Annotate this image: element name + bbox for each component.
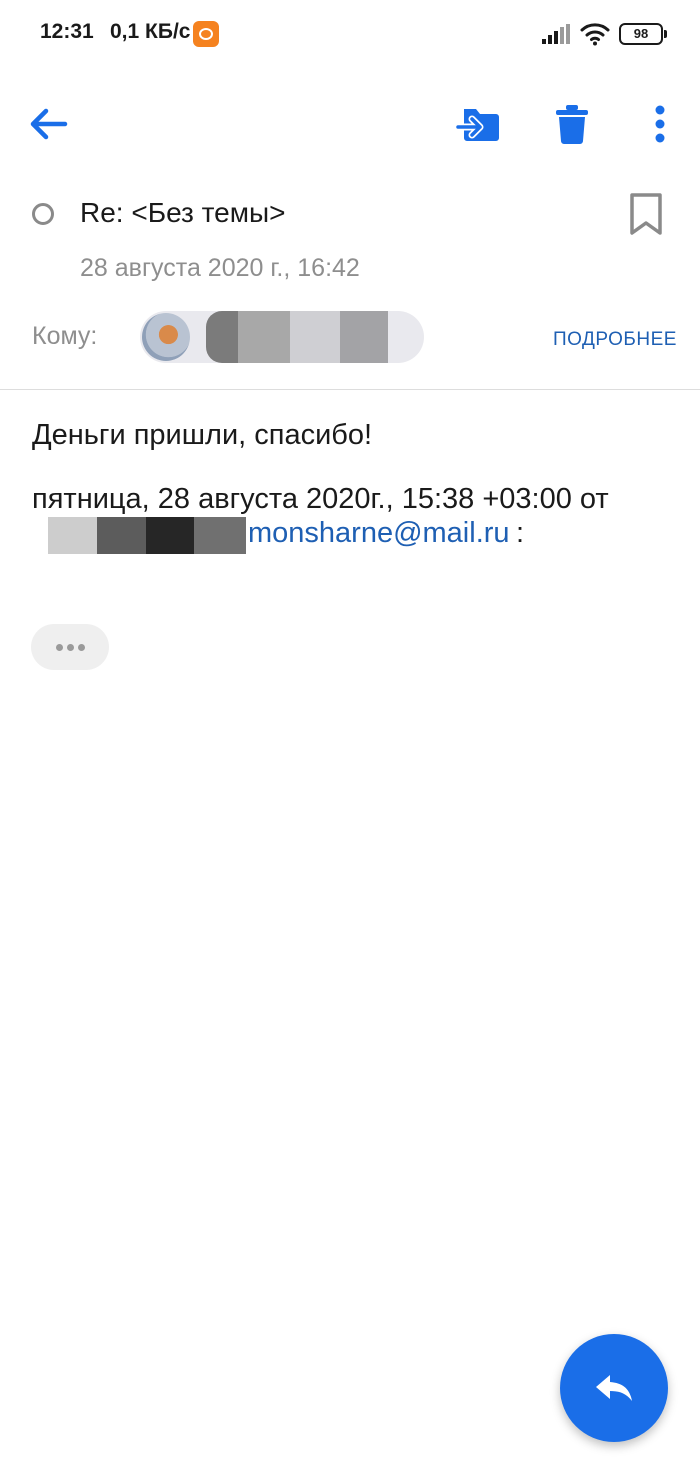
- read-status-indicator[interactable]: [32, 203, 54, 225]
- more-options-button[interactable]: [632, 96, 688, 152]
- quote-colon: :: [516, 517, 525, 549]
- redacted-sender-name: [48, 517, 97, 554]
- more-vert-icon: [655, 105, 665, 143]
- status-time: 12:31: [40, 20, 94, 43]
- move-to-folder-icon: [456, 109, 499, 141]
- redacted-recipient-name: [206, 311, 238, 363]
- reply-button[interactable]: [560, 1334, 668, 1442]
- quote-header: пятница, 28 августа 2020г., 15:38 +03:00…: [32, 483, 609, 515]
- battery-level: 98: [633, 26, 649, 41]
- avatar: [142, 313, 190, 361]
- recipient-chip[interactable]: [140, 311, 424, 363]
- status-bar: 12:31 0,1 КБ/с 98: [0, 0, 700, 70]
- redacted-block: [340, 311, 388, 363]
- back-button[interactable]: [20, 96, 76, 152]
- dot: [77, 643, 85, 651]
- redacted-block: [146, 517, 194, 554]
- app-notification-icon: [193, 21, 219, 47]
- sender-email-link[interactable]: monsharne@mail.ru: [248, 517, 510, 550]
- bookmark-icon[interactable]: [628, 192, 664, 236]
- battery-icon: 98: [619, 23, 667, 45]
- dot: [55, 643, 63, 651]
- message-subject: Re: <Без темы>: [80, 197, 286, 228]
- message-body: Деньги пришли, спасибо!: [32, 419, 373, 451]
- redacted-block: [97, 517, 146, 554]
- redacted-block: [290, 311, 340, 363]
- network-speed: 0,1 КБ/с: [110, 20, 191, 43]
- expand-quote-button[interactable]: [31, 624, 109, 670]
- move-to-folder-button[interactable]: [450, 96, 506, 152]
- trash-icon: [556, 105, 588, 144]
- wifi-icon: [580, 23, 610, 46]
- reply-icon: [596, 1375, 632, 1401]
- signal-icon: [542, 24, 570, 44]
- delete-button[interactable]: [544, 96, 600, 152]
- redacted-block: [238, 311, 290, 363]
- details-link[interactable]: ПОДРОБНЕЕ: [553, 329, 677, 351]
- divider: [0, 389, 700, 390]
- message-date: 28 августа 2020 г., 16:42: [80, 254, 360, 282]
- to-label: Кому:: [32, 322, 98, 350]
- toolbar: [0, 90, 700, 160]
- back-arrow-icon: [30, 108, 68, 140]
- dot: [66, 643, 74, 651]
- redacted-block: [194, 517, 246, 554]
